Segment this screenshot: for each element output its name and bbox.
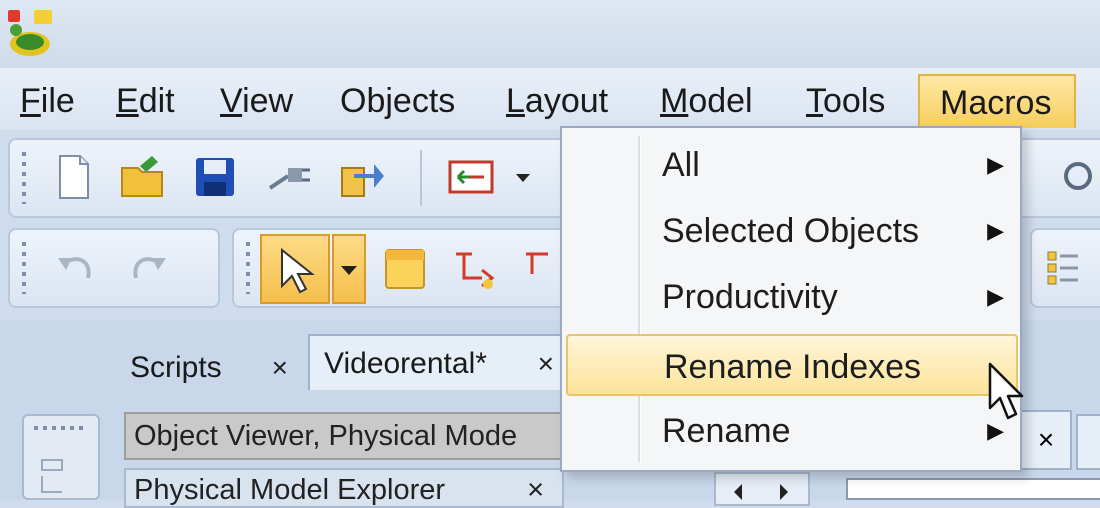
main-toolbar [8,138,568,218]
menu-item-productivity[interactable]: Productivity ▶ [566,266,1018,328]
design-toolbar [232,228,568,308]
redo-icon[interactable] [124,244,174,294]
pointer-dropdown-button[interactable] [332,234,366,304]
close-icon[interactable]: × [1038,424,1054,455]
menu-item-rename-indexes[interactable]: Rename Indexes [566,334,1018,396]
menu-item-label: Productivity [662,278,838,316]
layout-icon[interactable] [38,456,68,496]
mouse-cursor-icon [988,362,1024,420]
new-file-icon[interactable] [48,152,98,202]
tab-scripts[interactable]: Scripts × [116,340,302,396]
menu-model[interactable]: Model [640,74,773,128]
submenu-arrow-icon: ▶ [987,218,1004,243]
menu-item-selected-objects[interactable]: Selected Objects ▶ [566,200,1018,262]
close-icon[interactable]: × [538,336,554,392]
menu-macros[interactable]: Macros [918,74,1076,128]
tab-videorental[interactable]: Videorental* × [308,334,570,390]
table-icon[interactable] [380,244,430,294]
menu-view[interactable]: View [200,74,313,128]
chevron-left-icon[interactable] [728,482,748,502]
explorer-title: Physical Model Explorer [134,474,446,506]
export-icon[interactable] [336,152,386,202]
search-icon[interactable] [1056,154,1096,204]
list-icon[interactable] [1044,244,1084,294]
toolbar-grip[interactable] [22,242,26,294]
toolbar-grip[interactable] [246,242,250,294]
submenu-arrow-icon: ▶ [987,152,1004,177]
nav-arrows [714,472,810,506]
pointer-icon [281,247,315,294]
close-icon[interactable]: × [527,470,544,506]
submenu-arrow-icon: ▶ [987,284,1004,309]
dock-grip[interactable] [34,426,86,430]
switch-icon[interactable] [446,152,496,202]
menu-bar: File Edit View Objects Layout Model Tool… [0,68,1100,130]
right-tab-stub[interactable] [1076,414,1100,470]
app-turtle-icon[interactable] [6,8,54,60]
close-icon[interactable]: × [272,340,288,396]
chevron-down-icon[interactable] [508,152,538,202]
undo-icon[interactable] [50,244,100,294]
right-tab[interactable]: × [1020,410,1072,470]
explorer-header[interactable]: Physical Model Explorer × [124,468,564,508]
relation-alt-icon[interactable] [518,244,558,294]
macros-dropdown: All ▶ Selected Objects ▶ Productivity ▶ … [560,126,1022,472]
chevron-down-icon [341,266,357,275]
open-folder-icon[interactable] [118,152,168,202]
menu-item-label: Selected Objects [662,212,920,250]
connect-icon[interactable] [264,152,314,202]
relation-icon[interactable] [448,244,498,294]
menu-file[interactable]: File [0,74,95,128]
menu-item-label: Rename Indexes [664,348,922,386]
toolbar-separator [420,150,422,206]
object-viewer-header[interactable]: Object Viewer, Physical Mode [124,412,568,460]
title-bar [0,0,1100,68]
save-icon[interactable] [190,152,240,202]
menu-objects[interactable]: Objects [320,74,475,128]
canvas-frame [846,478,1100,500]
menu-item-rename[interactable]: Rename ▶ [566,400,1018,462]
toolbar-grip[interactable] [22,152,26,204]
menu-item-label: Rename [662,412,791,450]
menu-layout[interactable]: Layout [486,74,628,128]
history-toolbar [8,228,220,308]
menu-item-all[interactable]: All ▶ [566,134,1018,196]
chevron-right-icon[interactable] [774,482,794,502]
right-toolbar [1030,228,1100,308]
menu-edit[interactable]: Edit [96,74,195,128]
object-viewer-title: Object Viewer, Physical Mode [134,420,518,452]
left-dock [22,414,100,500]
tab-label: Scripts [130,351,222,384]
tab-label: Videorental* [324,347,487,380]
menu-tools[interactable]: Tools [786,74,905,128]
menu-item-label: All [662,146,700,184]
pointer-tool-button[interactable] [260,234,330,304]
